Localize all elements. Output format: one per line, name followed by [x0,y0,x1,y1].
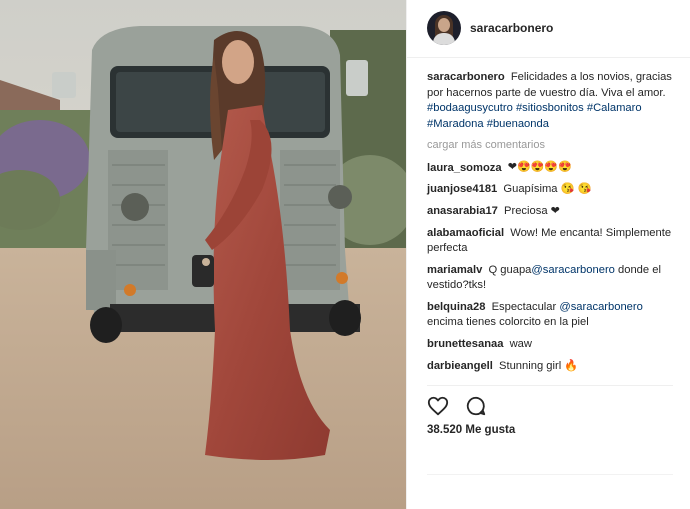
post-photo[interactable] [0,0,406,509]
comment: brunettesanaa waw [427,337,675,353]
comment-username[interactable]: mariamalv [427,264,482,276]
action-bar [427,395,499,417]
divider [427,385,673,386]
comment: laura_somoza ❤😍😍😍😍 [427,160,675,176]
hashtag[interactable]: #Maradona [427,118,484,130]
caption-username[interactable]: saracarbonero [427,71,505,83]
comment-text: Espectacular [491,300,557,313]
caption: saracarbonero Felicidades a los novios, … [427,70,675,132]
mention-link[interactable]: @saracarbonero [531,264,615,276]
comment-username[interactable]: belquina28 [427,301,485,313]
comment-icon[interactable] [465,395,487,417]
load-more-comments[interactable]: cargar más comentarios [427,138,675,154]
like-count[interactable]: 38.520 Me gusta [427,424,515,436]
divider [427,474,673,475]
comment: anasarabia17 Preciosa ❤ [427,204,675,220]
comment-text: encima tienes colorcito en la piel [427,316,589,329]
comment: darbieangell Stunning girl 🔥 [427,359,675,375]
comment-text: Guapísima 😘 😘 [503,183,592,196]
comment-text: Stunning girl 🔥 [499,359,579,372]
comment-username[interactable]: alabamaoficial [427,227,504,239]
comment-text: Preciosa ❤ [504,204,561,217]
comment: alabamaoficial Wow! Me encanta! Simpleme… [427,226,675,257]
hashtag[interactable]: #sitiosbonitos [516,102,584,114]
hashtag[interactable]: #bodaagusycutro [427,102,513,114]
comment: juanjose4181 Guapísima 😘 😘 [427,182,675,198]
hashtag[interactable]: #Calamaro [587,102,642,114]
comment-username[interactable]: anasarabia17 [427,205,498,217]
mention-link[interactable]: @saracarbonero [559,301,643,313]
comment-username[interactable]: laura_somoza [427,162,502,174]
post-sidebar: saracarbonero saracarbonero Felicidades … [406,0,690,509]
comment-username[interactable]: darbieangell [427,360,493,372]
avatar[interactable] [427,11,461,45]
post-header: saracarbonero [407,0,690,58]
heart-icon[interactable] [427,395,449,417]
comment-username[interactable]: brunettesanaa [427,338,503,350]
comment: mariamalv Q guapa@saracarbonero donde el… [427,263,675,294]
comment-text: Q guapa [488,263,532,276]
comment-text: waw [509,338,532,351]
comment-username[interactable]: juanjose4181 [427,183,497,195]
comments-list: saracarbonero Felicidades a los novios, … [427,70,675,380]
comment-text: ❤😍😍😍😍 [507,160,572,173]
header-username[interactable]: saracarbonero [470,21,553,35]
hashtag[interactable]: #buenaonda [487,118,549,130]
comment: belquina28 Espectacular @saracarbonero e… [427,300,675,331]
